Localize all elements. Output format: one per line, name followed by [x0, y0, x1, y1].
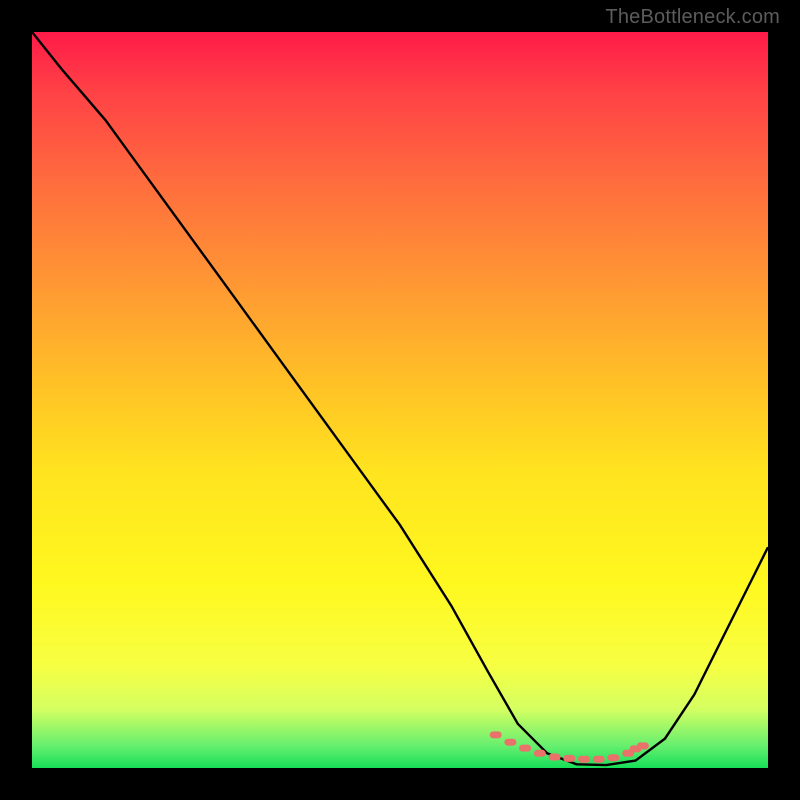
optimal-marker [490, 731, 502, 738]
watermark-text: TheBottleneck.com [605, 6, 780, 29]
optimal-marker [519, 745, 531, 752]
optimal-marker [534, 750, 546, 757]
optimal-marker [578, 756, 590, 763]
optimal-marker [549, 754, 561, 761]
optimal-marker [593, 756, 605, 763]
bottleneck-curve [32, 32, 768, 765]
optimal-range-markers [490, 731, 649, 762]
optimal-marker [607, 754, 619, 761]
optimal-marker [504, 739, 516, 746]
optimal-marker [637, 742, 649, 749]
chart-area [32, 32, 768, 768]
optimal-marker [563, 755, 575, 762]
chart-svg [32, 32, 768, 768]
